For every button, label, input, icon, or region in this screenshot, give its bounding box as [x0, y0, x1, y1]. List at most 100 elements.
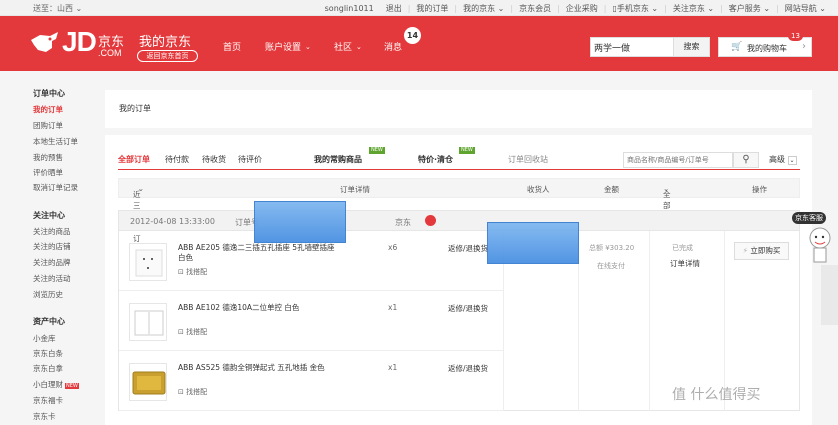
match-icon: ⊡: [178, 268, 184, 276]
sidebar-item-cancelled[interactable]: 取消订单记录: [33, 182, 78, 193]
sidebar-item-followed-brands[interactable]: 关注的品牌: [33, 257, 71, 268]
order-status: 已完成: [672, 244, 693, 252]
order-search-box: [623, 152, 733, 168]
jd-member-link[interactable]: 京东会员: [513, 3, 557, 14]
payment-method: 在线支付: [597, 262, 625, 270]
header: JD 京东 .COM 我的京东 返回京东首页 首页 账户设置 ⌄ 社区 ⌄ 消息 1…: [0, 16, 838, 71]
aftersale-link[interactable]: 返修/退换货: [448, 303, 488, 314]
sidebar-item-group-orders[interactable]: 团购订单: [33, 120, 63, 131]
sidebar-item-followed-products[interactable]: 关注的商品: [33, 226, 71, 237]
sidebar-item-local-orders[interactable]: 本地生活订单: [33, 136, 78, 147]
sidebar-item-reviews[interactable]: 评价晒单: [33, 167, 63, 178]
jd-chat-icon[interactable]: [425, 215, 436, 226]
chevron-down-icon: ⌄: [356, 42, 362, 51]
cart-button[interactable]: 🛒 我的购物车 13 ›: [718, 31, 812, 57]
username-link[interactable]: songlin1011: [319, 4, 380, 13]
match-icon: ⊡: [178, 328, 184, 336]
find-match-link[interactable]: ⊡ 找搭配: [178, 267, 207, 277]
watermark: 值 什么值得买: [672, 387, 761, 403]
enterprise-link[interactable]: 企业采购: [560, 3, 604, 14]
buy-again-button[interactable]: ⚡ 立即购买: [734, 242, 789, 260]
customer-service-button[interactable]: 京东客服: [792, 212, 826, 224]
redaction-box: [487, 222, 579, 264]
nav-home[interactable]: 首页: [223, 40, 241, 53]
switch-image: [134, 310, 164, 336]
order-date: 2012-04-08 13:33:00: [130, 217, 215, 226]
col-details: 订单详情: [340, 185, 370, 194]
order-search-button[interactable]: ⚲: [733, 152, 759, 168]
sidebar-item-licai[interactable]: 小白理财 NEW: [33, 379, 79, 390]
sidebar-item-followed-shops[interactable]: 关注的店铺: [33, 241, 71, 252]
tab-recycle-bin[interactable]: 订单回收站: [508, 154, 548, 165]
product-qty: x6: [388, 243, 398, 252]
sidebar-item-followed-activities[interactable]: 关注的活动: [33, 273, 71, 284]
sidebar-item-baitiao[interactable]: 京东白条: [33, 348, 63, 359]
tab-common-products[interactable]: 我的常购商品: [314, 154, 362, 165]
product-thumbnail[interactable]: [129, 243, 167, 281]
sidebar-item-jdcard[interactable]: 京东卡: [33, 411, 56, 422]
lightning-icon: ⚡: [742, 246, 748, 255]
sidebar-item-xiaojinku[interactable]: 小金库: [33, 333, 56, 344]
nav-messages[interactable]: 消息: [384, 40, 402, 53]
product-name[interactable]: ABB AE205 德逸二三插五孔插座 5孔墙壁插座 白色: [178, 243, 338, 263]
sidebar-item-history[interactable]: 浏览历史: [33, 289, 63, 300]
sidebar-item-presale[interactable]: 我的预售: [33, 152, 63, 163]
shop-name[interactable]: 京东: [395, 217, 411, 228]
my-jd-link[interactable]: 我的京东 ⌄: [457, 3, 510, 14]
customer-service-link[interactable]: 客户服务 ⌄: [723, 3, 776, 14]
col-amount: 金额: [604, 185, 619, 194]
list-item: ABB AS525 德韵全铜弹起式 五孔地插 金色 ⊡ 找搭配 x1 返修/退换…: [119, 351, 503, 411]
tab-pending-receipt[interactable]: 待收货: [202, 154, 226, 165]
find-match-link[interactable]: ⊡ 找搭配: [178, 387, 207, 397]
product-qty: x1: [388, 363, 398, 372]
period-filter[interactable]: 近三个月订单 ⌄: [133, 184, 144, 254]
delivery-location[interactable]: 送至：山西 ⌄: [33, 3, 82, 14]
product-name[interactable]: ABB AS525 德韵全铜弹起式 五孔地插 金色: [178, 363, 338, 373]
back-home-button[interactable]: 返回京东首页: [137, 50, 198, 62]
find-match-link[interactable]: ⊡ 找搭配: [178, 327, 207, 337]
product-name[interactable]: ABB AE102 德逸10A二位单控 白色: [178, 303, 338, 313]
mobile-jd-link[interactable]: ▯手机京东 ⌄: [606, 3, 664, 14]
page-title: 我的订单: [119, 104, 151, 113]
sidebar-title-assets: 资产中心: [33, 317, 65, 326]
order-header: 2012-04-08 13:33:00 订单号 京东: [118, 210, 800, 231]
jd-dog-logo-icon[interactable]: [28, 26, 62, 60]
tab-all-orders[interactable]: 全部订单: [118, 154, 150, 165]
status-filter[interactable]: 全部状态 ⌄: [663, 184, 671, 232]
search-icon: ⚲: [742, 154, 750, 165]
top-bar: 送至：山西 ⌄ songlin1011 退出 | 我的订单 | 我的京东 ⌄ |…: [0, 0, 838, 16]
orders-table-header: 近三个月订单 ⌄ 订单详情 收货人 金额 全部状态 ⌄ 操作: [118, 178, 800, 254]
product-thumbnail[interactable]: [129, 303, 167, 341]
jd-logo[interactable]: JD: [62, 28, 97, 56]
my-orders-link[interactable]: 我的订单: [410, 3, 454, 14]
orders-panel: 全部订单 待付款 待收货 待评价 我的常购商品 NEW 特价·清仓 NEW 订单…: [105, 135, 812, 425]
sidebar-item-fuka[interactable]: 京东福卡: [33, 395, 63, 406]
cart-icon: 🛒: [731, 42, 743, 52]
order-details-link[interactable]: 订单详情: [670, 258, 700, 269]
new-badge: NEW: [459, 147, 475, 154]
sidebar-item-bainai[interactable]: 京东白拿: [33, 363, 63, 374]
product-thumbnail[interactable]: [129, 363, 167, 401]
sidebar-item-my-orders[interactable]: 我的订单: [33, 104, 63, 115]
nav-account-settings[interactable]: 账户设置 ⌄: [265, 40, 311, 54]
nav-community[interactable]: 社区 ⌄: [334, 40, 362, 54]
order-search-input[interactable]: [624, 153, 732, 167]
cart-count-badge: 13: [788, 31, 803, 41]
follow-jd-link[interactable]: 关注京东 ⌄: [667, 3, 720, 14]
tab-pending-payment[interactable]: 待付款: [165, 154, 189, 165]
search-input[interactable]: [592, 39, 674, 55]
side-toolbar[interactable]: [821, 265, 838, 325]
match-icon: ⊡: [178, 388, 184, 396]
my-jd-title: 我的京东: [139, 35, 192, 50]
search-button[interactable]: 搜索: [673, 38, 709, 56]
new-badge: NEW: [65, 383, 79, 389]
aftersale-link[interactable]: 返修/退换货: [448, 363, 488, 374]
tab-pending-review[interactable]: 待评价: [238, 154, 262, 165]
col-receiver: 收货人: [527, 185, 550, 194]
aftersale-link[interactable]: 返修/退换货: [448, 243, 488, 254]
logout-link[interactable]: 退出: [380, 3, 408, 14]
top-links: songlin1011 退出 | 我的订单 | 我的京东 ⌄ | 京东会员 | …: [319, 3, 832, 14]
tab-special-sale[interactable]: 特价·清仓: [418, 154, 453, 165]
site-nav-link[interactable]: 网站导航 ⌄: [779, 3, 832, 14]
advanced-search-button[interactable]: 高级 ⌄: [769, 154, 797, 165]
